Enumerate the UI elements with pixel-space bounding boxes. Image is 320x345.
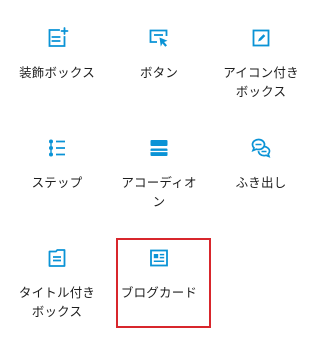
block-label: タイトル付きボックス xyxy=(18,286,96,319)
blog-card-icon xyxy=(147,246,171,270)
block-speech-bubble[interactable]: ふき出し xyxy=(210,110,312,220)
block-label: ステップ xyxy=(31,176,83,190)
block-label: ボタン xyxy=(139,66,179,80)
accordion-icon xyxy=(147,136,171,160)
block-titled-box[interactable]: タイトル付きボックス xyxy=(6,220,108,330)
block-accordion[interactable]: アコーディオン xyxy=(108,110,210,220)
titled-box-icon xyxy=(45,246,69,270)
block-label: ブログカード xyxy=(120,286,198,300)
block-step[interactable]: ステップ xyxy=(6,110,108,220)
block-label: 装飾ボックス xyxy=(19,66,95,80)
step-list-icon xyxy=(45,136,69,160)
speech-bubble-icon xyxy=(249,136,273,160)
box-plus-icon xyxy=(45,26,69,50)
block-blog-card[interactable]: ブログカード xyxy=(108,220,210,330)
block-icon-box[interactable]: アイコン付きボックス xyxy=(210,0,312,110)
block-inserter-grid: 装飾ボックス ボタン アイコン付きボックス ステップ アコーディオン ふき出し … xyxy=(6,0,312,330)
block-label: アイコン付きボックス xyxy=(223,66,299,99)
block-label: アコーディオン xyxy=(121,176,197,209)
pencil-square-icon xyxy=(249,26,273,50)
block-decorated-box[interactable]: 装飾ボックス xyxy=(6,0,108,110)
button-cursor-icon xyxy=(147,26,171,50)
block-label: ふき出し xyxy=(235,176,287,190)
block-button[interactable]: ボタン xyxy=(108,0,210,110)
